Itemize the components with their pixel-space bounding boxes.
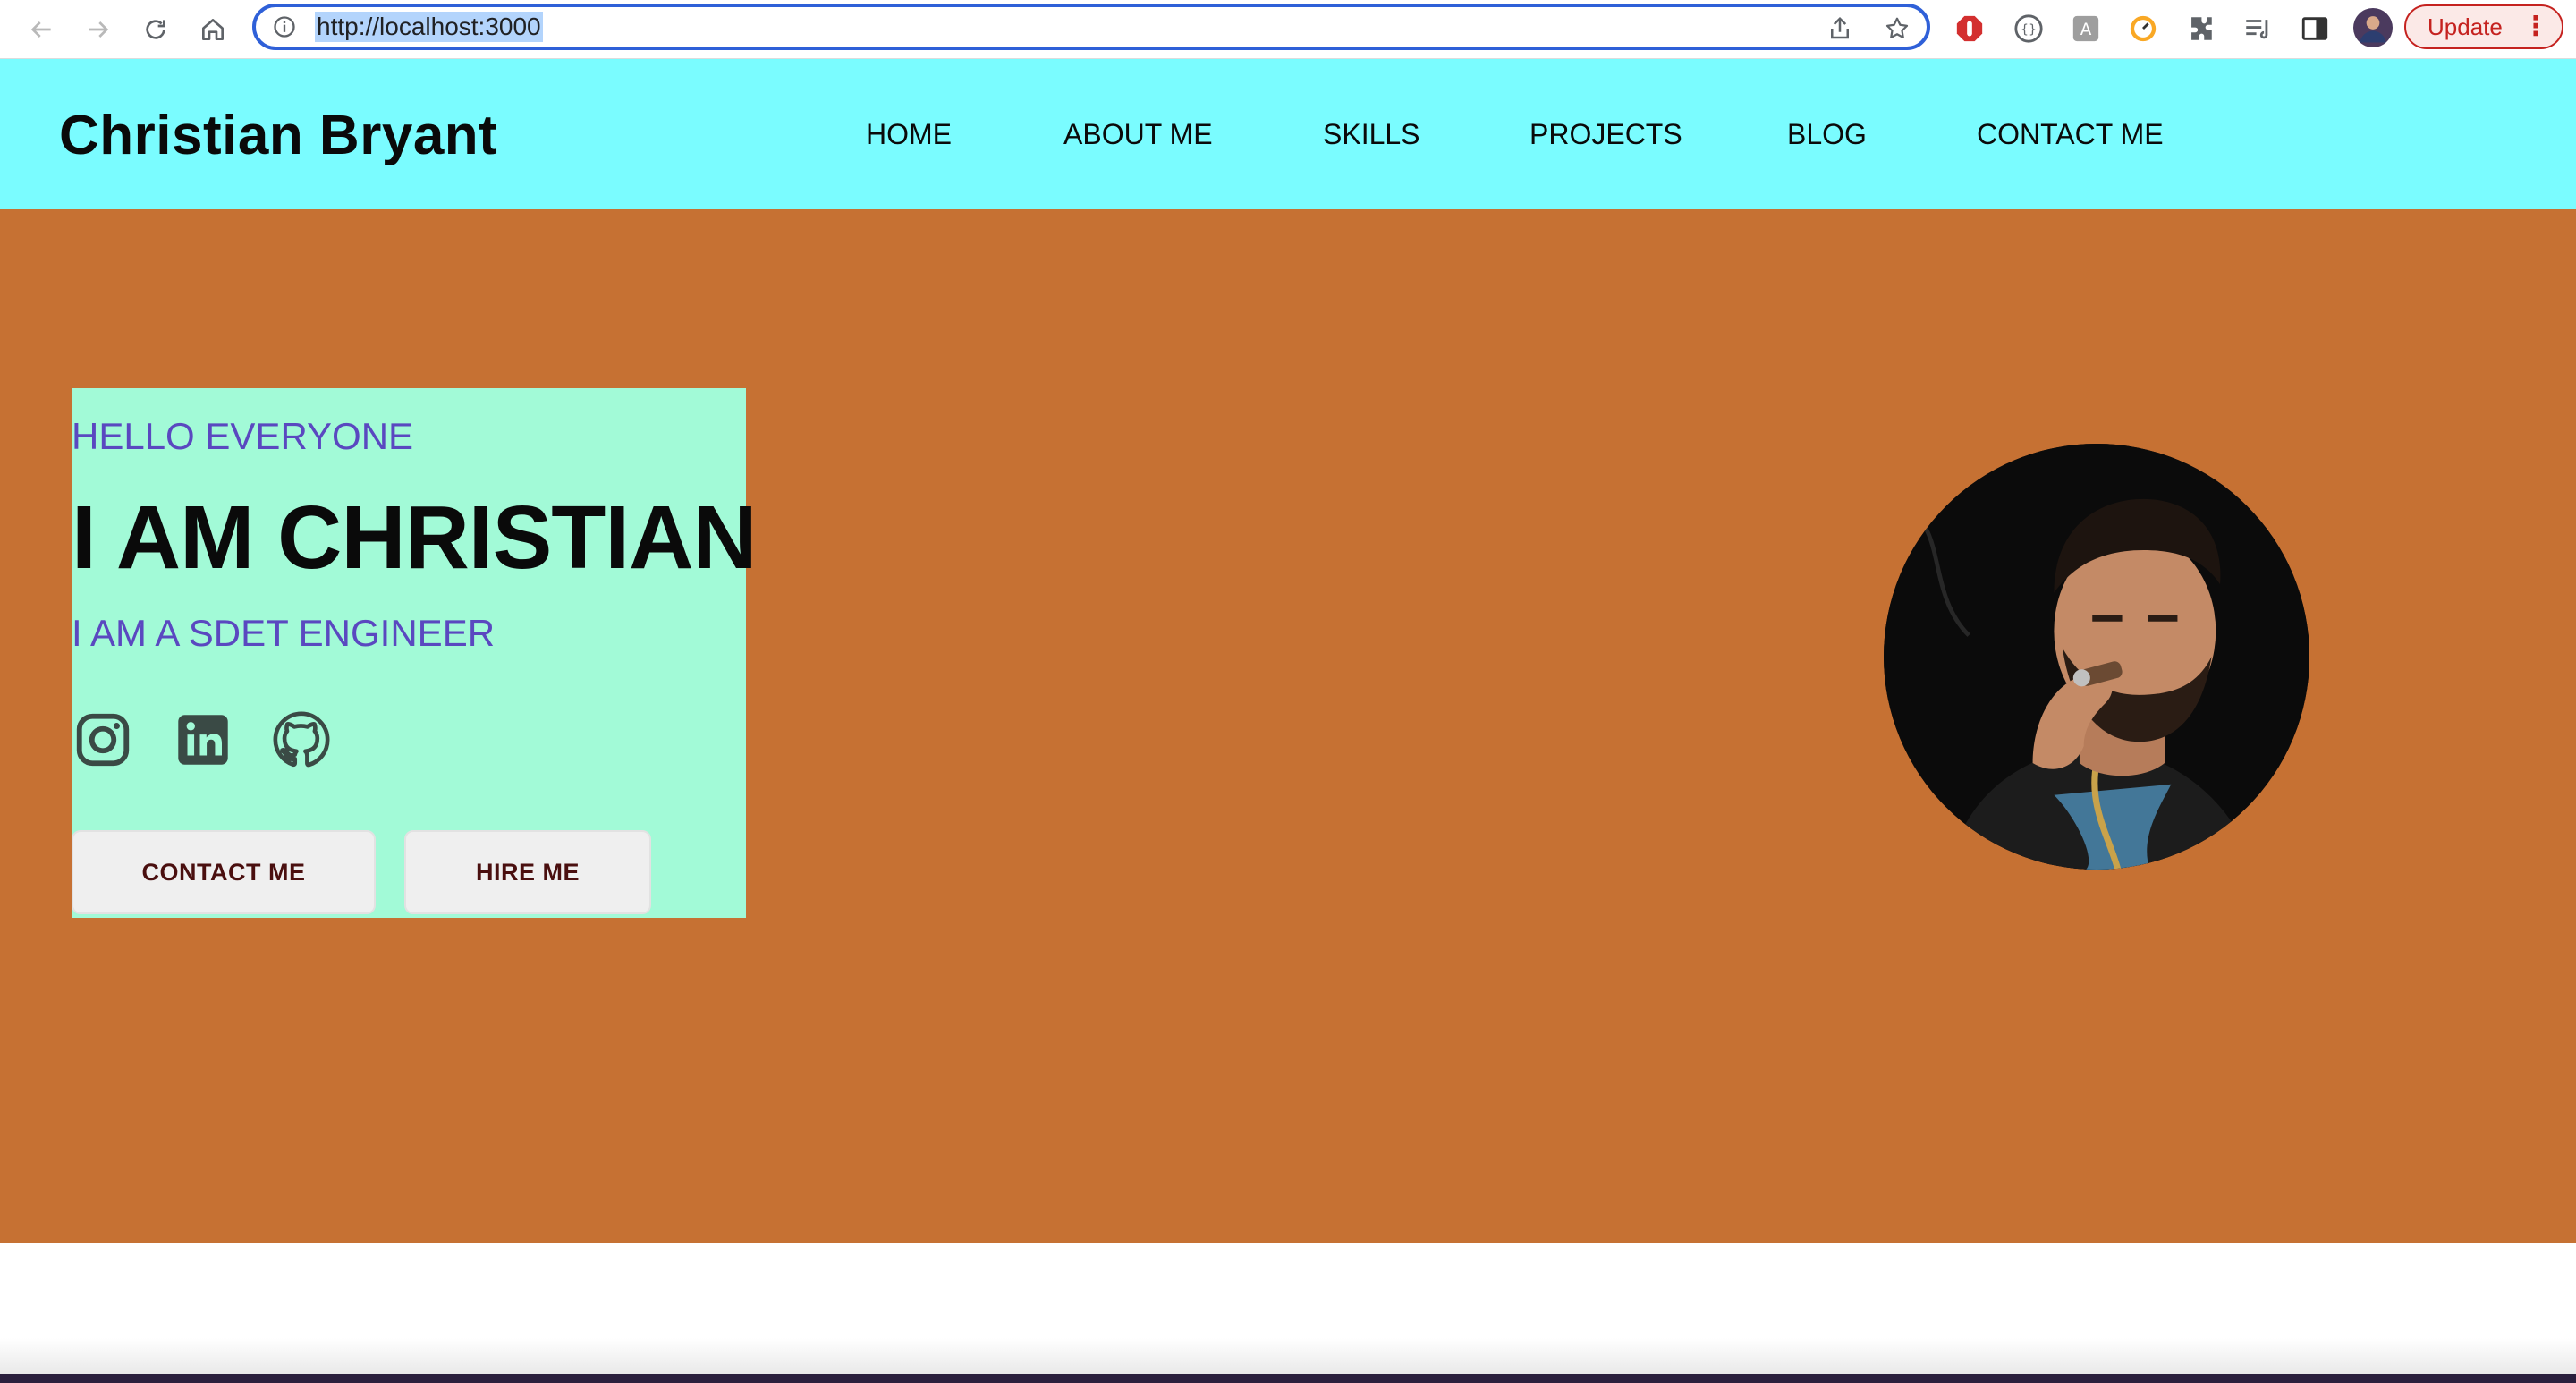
page-footer-area (0, 1338, 2576, 1374)
web-page: Christian Bryant HOME ABOUT ME SKILLS PR… (0, 59, 2576, 1374)
browser-menu-icon[interactable]: ⋮ (2522, 12, 2549, 42)
gauge-extension-icon[interactable] (2127, 13, 2159, 45)
svg-text:{}: {} (2021, 23, 2037, 38)
back-button[interactable] (20, 8, 63, 51)
role-text: I AM A SDET ENGINEER (72, 612, 496, 654)
profile-photo-image (1884, 444, 2309, 870)
site-header: Christian Bryant HOME ABOUT ME SKILLS PR… (0, 59, 2576, 209)
side-panel-icon[interactable] (2299, 13, 2331, 45)
intro-card: HELLO EVERYONE I AM CHRISTIAN I AM A SDE… (72, 388, 758, 918)
hero-headline: I AM CHRISTIAN (72, 488, 758, 588)
nav-about-me[interactable]: ABOUT ME (1063, 118, 1213, 151)
profile-avatar-icon[interactable] (2352, 7, 2394, 48)
adblock-extension-icon[interactable] (1953, 13, 1986, 45)
reading-list-icon[interactable] (2241, 13, 2274, 45)
reload-icon (146, 20, 165, 39)
svg-text:A: A (2080, 21, 2092, 39)
reload-button[interactable] (134, 8, 177, 51)
linkedin-icon[interactable] (172, 708, 234, 771)
browser-toolbar: http://localhost:3000 {} A Update ⋮ (0, 0, 2576, 59)
forward-icon (89, 21, 109, 38)
home-button[interactable] (191, 8, 234, 51)
contact-me-button[interactable]: CONTACT ME (72, 830, 376, 914)
hero-section: HELLO EVERYONE I AM CHRISTIAN I AM A SDE… (0, 209, 2576, 1243)
code-extension-icon[interactable]: {} (2012, 13, 2045, 45)
desktop-edge (0, 1374, 2576, 1383)
url-text[interactable]: http://localhost:3000 (315, 12, 543, 42)
translate-extension-icon[interactable]: A (2070, 13, 2102, 45)
update-button[interactable]: Update ⋮ (2404, 4, 2563, 49)
nav-contact-me[interactable]: CONTACT ME (1977, 118, 2164, 151)
instagram-icon[interactable] (72, 708, 134, 771)
site-brand[interactable]: Christian Bryant (59, 104, 497, 167)
back-icon (30, 21, 51, 38)
site-info-icon[interactable] (272, 14, 297, 39)
home-icon (202, 19, 224, 40)
address-bar[interactable]: http://localhost:3000 (252, 4, 1930, 50)
greeting-text: HELLO EVERYONE (72, 415, 414, 457)
extensions-puzzle-icon[interactable] (2184, 13, 2216, 45)
nav-home[interactable]: HOME (866, 118, 952, 151)
hire-me-button[interactable]: HIRE ME (404, 830, 651, 914)
bookmark-star-icon[interactable] (1884, 15, 1911, 42)
share-icon[interactable] (1826, 15, 1853, 42)
nav-skills[interactable]: SKILLS (1323, 118, 1420, 151)
nav-projects[interactable]: PROJECTS (1530, 118, 1682, 151)
github-icon[interactable] (270, 708, 333, 771)
profile-photo (1884, 444, 2309, 870)
update-label: Update (2428, 13, 2503, 40)
forward-button[interactable] (77, 8, 120, 51)
nav-blog[interactable]: BLOG (1787, 118, 1867, 151)
